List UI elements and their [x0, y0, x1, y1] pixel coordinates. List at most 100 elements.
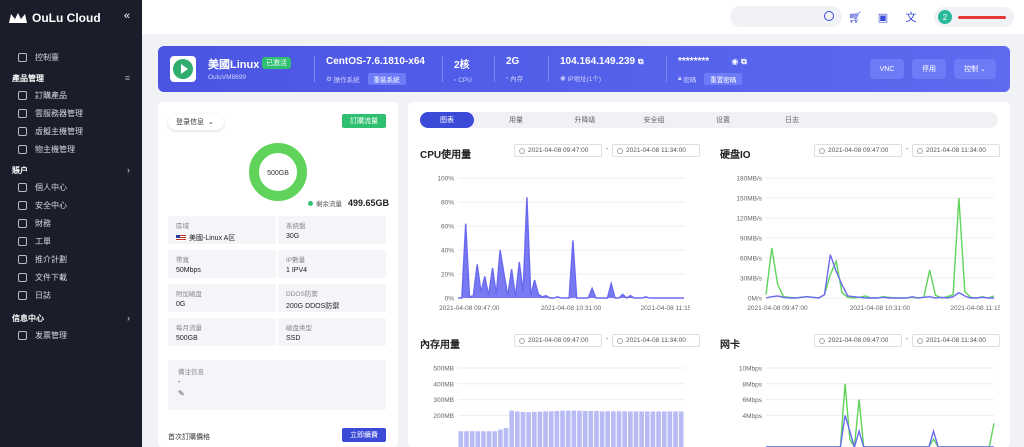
cpu-start-date[interactable]: 2021-04-08 09:47:00	[514, 144, 602, 157]
series-line	[765, 197, 995, 299]
bar	[548, 411, 554, 447]
note-label: 備注信息	[178, 369, 204, 376]
date-separator: -	[606, 146, 609, 153]
network-start-date[interactable]: 2021-04-08 09:47:00	[814, 334, 902, 347]
control-dropdown[interactable]: 控制 ⌄	[954, 59, 996, 79]
remain-label: 剩余流量	[316, 201, 342, 208]
sidebar-group-account[interactable]: 賬户 ›	[0, 162, 142, 178]
sidebar-group-products[interactable]: 產品管理 ≡	[0, 70, 142, 86]
menu-icon: ≡	[124, 73, 130, 83]
login-info-select[interactable]: 登录信息 ⌄	[168, 114, 224, 130]
reset-password-button[interactable]: 重置密碼	[704, 73, 743, 85]
tab-logs[interactable]: 日志	[765, 112, 819, 128]
sidebar-item-finance[interactable]: 財務	[0, 214, 142, 232]
sidebar-item-logs[interactable]: 日誌	[0, 286, 142, 304]
edit-icon[interactable]: ✎	[178, 389, 376, 398]
cart-icon	[18, 90, 27, 100]
info-cell-system-disk: 系統盤 30G	[278, 216, 386, 244]
bar	[486, 431, 492, 447]
sidebar-item-security[interactable]: 安全中心	[0, 196, 142, 214]
sidebar-item-virtual-host[interactable]: 虛擬主機管理	[0, 122, 142, 140]
disk-end-date[interactable]: 2021-04-08 11:34:00	[912, 144, 1000, 157]
sidebar-item-dashboard[interactable]: 控制臺	[0, 48, 142, 66]
copy-icon[interactable]: ⧉	[741, 57, 747, 66]
buy-traffic-button[interactable]: 訂購流量	[342, 114, 386, 128]
sidebar-item-order[interactable]: 訂購產品	[0, 86, 142, 104]
tab-upgrade[interactable]: 升降级	[558, 112, 612, 128]
x-tick-label: 2021-04-08 11:15:00	[950, 305, 1000, 312]
bar	[656, 411, 661, 447]
network-end-date[interactable]: 2021-04-08 11:34:00	[912, 334, 1000, 347]
message-icon[interactable]: ▣	[874, 8, 892, 26]
bar	[503, 428, 509, 447]
sidebar-item-label: 发票管理	[35, 330, 67, 340]
ip-value: 104.164.149.239	[560, 56, 636, 67]
x-tick-label: 2021-04-08 10:31:00	[850, 305, 911, 312]
cpu-end-date[interactable]: 2021-04-08 11:34:00	[612, 144, 700, 157]
search-input[interactable]	[730, 6, 842, 27]
donut-center-label: 500GB	[267, 170, 289, 177]
bar	[582, 410, 588, 447]
network-chart-title: 网卡	[720, 340, 740, 351]
cart-icon[interactable]: 🛒︎	[846, 8, 864, 26]
sidebar-item-physical-host[interactable]: 物主機管理	[0, 140, 142, 158]
brand-name: OuLu Cloud	[32, 11, 101, 25]
sidebar-item-profile[interactable]: 個人中心	[0, 178, 142, 196]
tab-usage[interactable]: 用量	[489, 112, 543, 128]
sidebar-item-cloud-server[interactable]: 雲服務器管理	[0, 104, 142, 122]
translate-icon[interactable]: 文	[902, 8, 920, 26]
bar	[560, 410, 565, 447]
copy-icon[interactable]: ⧉	[638, 57, 644, 66]
sidebar-item-referral[interactable]: 推介計劃	[0, 250, 142, 268]
series-line	[765, 254, 994, 299]
sidebar-item-tickets[interactable]: 工單	[0, 232, 142, 250]
sidebar-item-invoice[interactable]: 发票管理	[0, 326, 142, 344]
gear-icon: ⚙︎	[326, 76, 332, 83]
disk-chart-title: 硬盘IO	[720, 150, 751, 161]
search-icon[interactable]	[824, 11, 834, 21]
bar	[498, 429, 503, 447]
sidebar-item-downloads[interactable]: 文件下載	[0, 268, 142, 286]
y-tick-label: 180MB/s	[736, 176, 762, 183]
tab-security-group[interactable]: 安全组	[627, 112, 681, 128]
os-label: 操作系統	[333, 77, 360, 84]
tab-chart[interactable]: 图表	[420, 112, 474, 128]
disk-start-date[interactable]: 2021-04-08 09:47:00	[814, 144, 902, 157]
eye-icon[interactable]: ◉	[731, 57, 738, 66]
chevron-right-icon: ›	[127, 165, 130, 175]
disk-io-chart: 0M/s 30MB/s 60MB/s 90MB/s 120MB/s 150MB/s 180M…	[736, 176, 1000, 313]
bar	[543, 411, 548, 447]
bar	[475, 431, 481, 447]
vnc-button[interactable]: VNC	[870, 59, 904, 79]
y-tick-label: 40%	[441, 248, 454, 255]
y-tick-label: 120MB/s	[736, 216, 762, 223]
tab-settings[interactable]: 设置	[696, 112, 750, 128]
renew-button[interactable]: 立即續費	[342, 428, 386, 442]
info-key: IP數量	[286, 257, 306, 264]
database-icon	[18, 126, 27, 136]
sidebar-item-label: 工單	[35, 236, 51, 246]
x-tick-label: 2021-04-08 09:47:00	[747, 305, 808, 312]
y-tick-label: 0%	[445, 296, 455, 303]
user-menu[interactable]: 2	[934, 7, 1014, 27]
collapse-icon[interactable]: «	[124, 10, 130, 22]
sidebar-group-info[interactable]: 信息中心 ›	[0, 310, 142, 326]
remain-value: 499.65GB	[348, 198, 390, 208]
brand-logo[interactable]: OuLu Cloud	[0, 0, 142, 36]
info-key: 系統盤	[286, 223, 306, 230]
note-value: -	[178, 379, 181, 386]
y-tick-label: 0M/s	[748, 296, 763, 303]
stop-button[interactable]: 停用	[912, 59, 946, 79]
bar	[509, 410, 514, 447]
ticket-icon	[18, 236, 27, 246]
y-tick-label: 4Mbps	[742, 413, 762, 420]
bar	[599, 411, 605, 447]
bar	[458, 431, 464, 447]
memory-end-date[interactable]: 2021-04-08 11:34:00	[612, 334, 700, 347]
server-name: 美國Linux	[208, 59, 260, 71]
memory-start-date[interactable]: 2021-04-08 09:47:00	[514, 334, 602, 347]
clock-icon	[917, 147, 923, 154]
bar	[464, 431, 469, 447]
server-icon	[18, 144, 27, 154]
reinstall-button[interactable]: 重裝系統	[367, 73, 406, 85]
